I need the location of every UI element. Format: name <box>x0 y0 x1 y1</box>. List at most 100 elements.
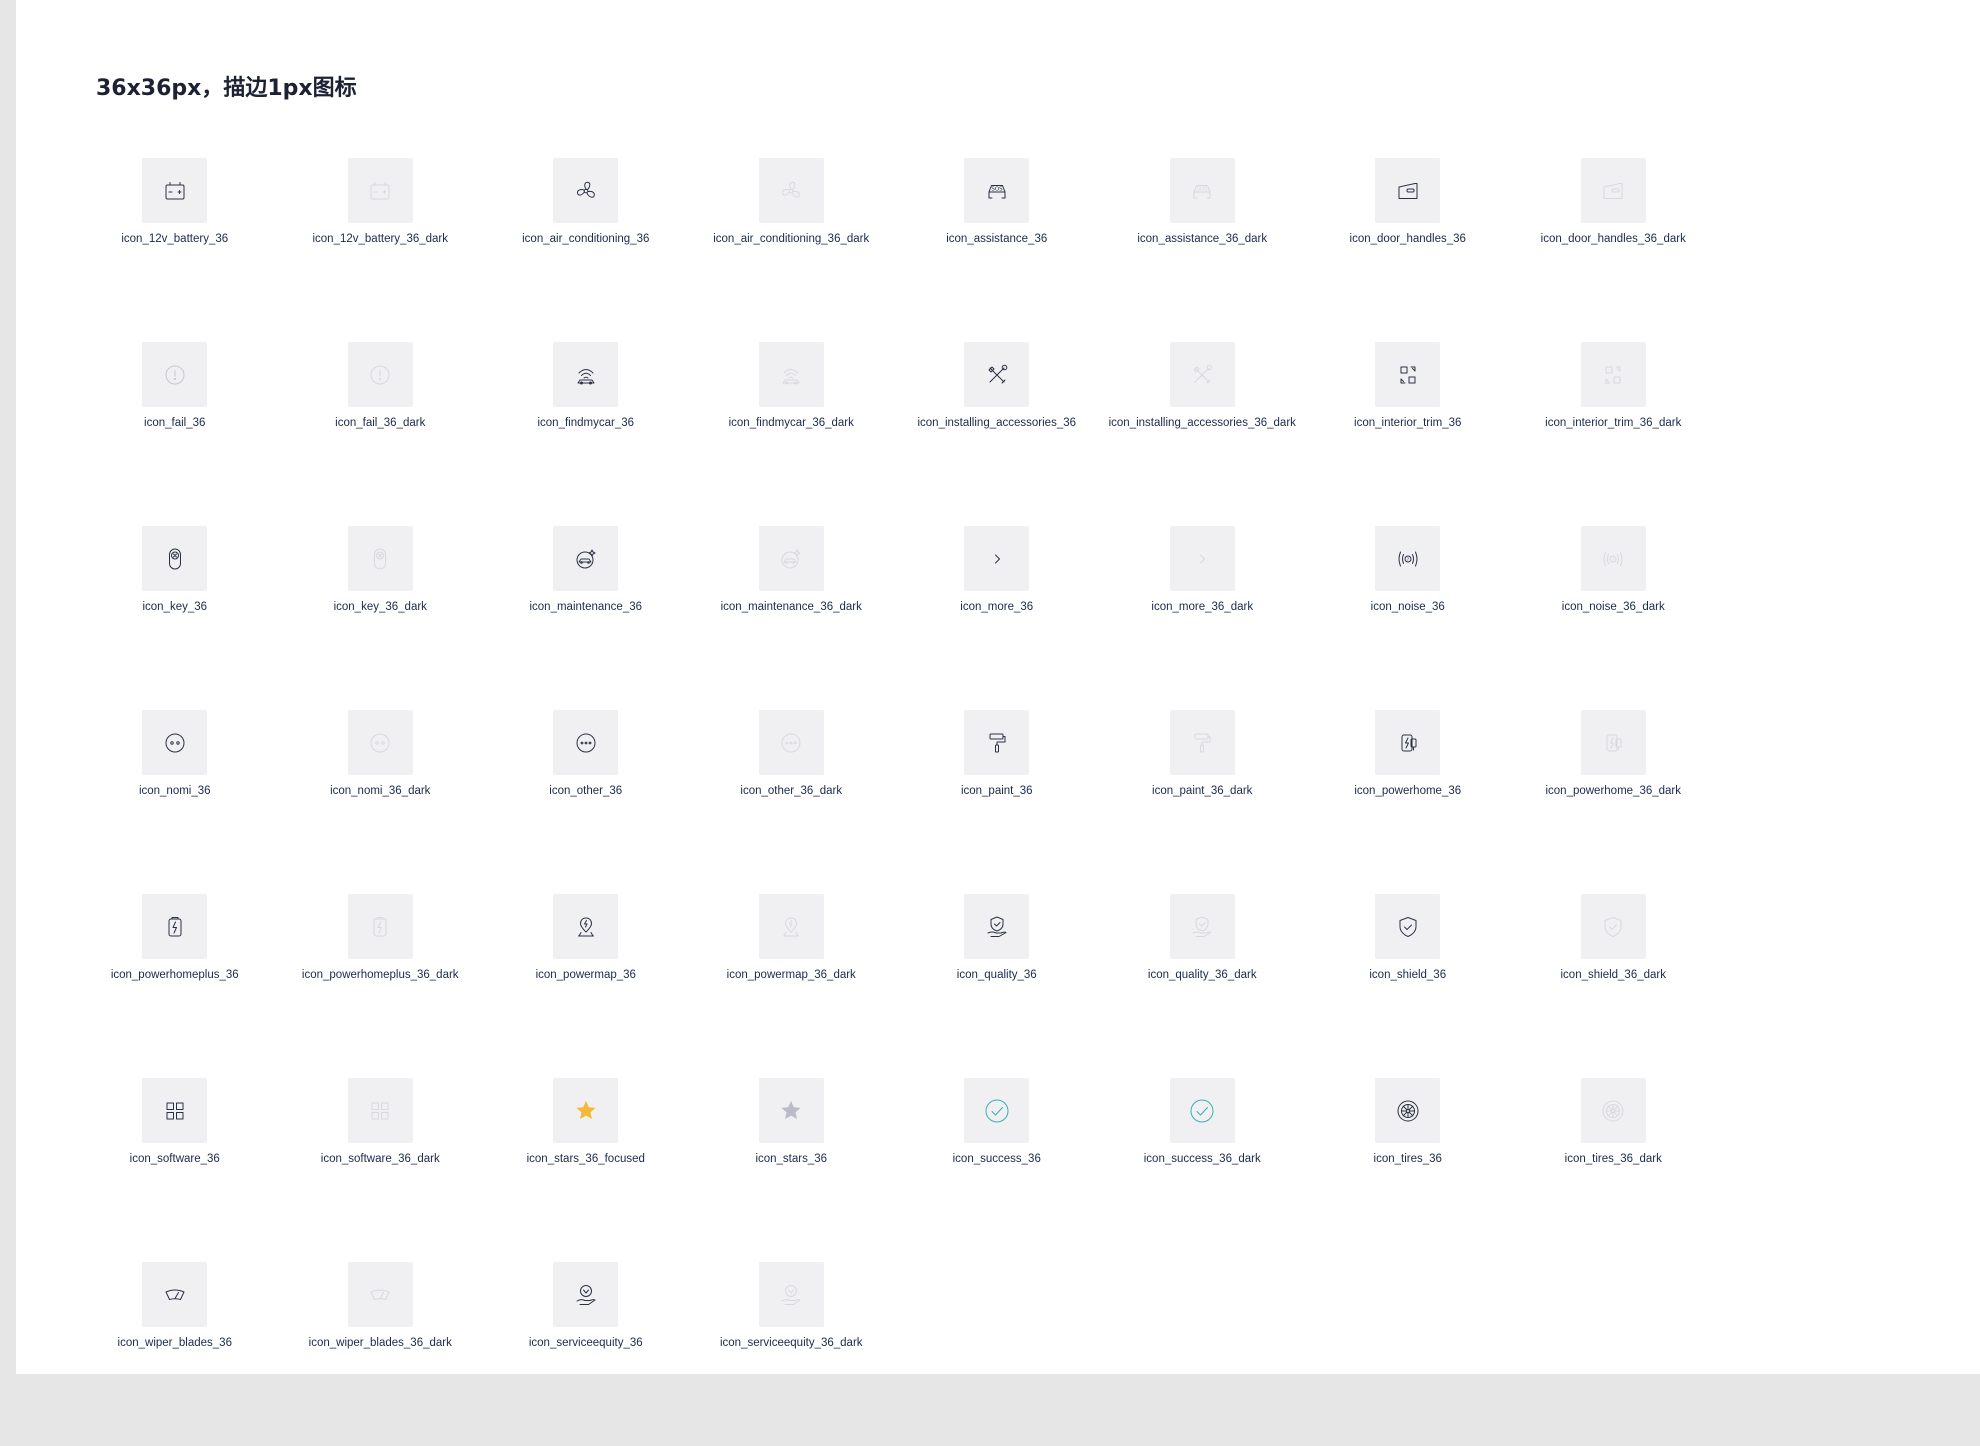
star-icon <box>781 1100 801 1119</box>
icon-tile[interactable]: ? <box>1580 526 1646 591</box>
tools-icon <box>1193 364 1213 383</box>
icon-tile[interactable] <box>142 1078 208 1143</box>
icon-label: icon_software_36_dark <box>320 1153 440 1165</box>
icon-tile[interactable] <box>964 894 1030 959</box>
icon-tile[interactable] <box>347 342 413 407</box>
icon-tile[interactable] <box>347 1078 413 1143</box>
icon-tile[interactable] <box>553 342 619 407</box>
icon-card: SOS icon_assistance_36_dark <box>1100 158 1306 342</box>
icon-tile[interactable] <box>142 526 208 591</box>
icon-tile[interactable] <box>964 526 1030 591</box>
icon-label: icon_air_conditioning_36_dark <box>713 233 870 245</box>
power-home-icon <box>1401 734 1417 751</box>
icon-tile[interactable] <box>347 1262 413 1327</box>
icon-tile[interactable] <box>758 1262 824 1327</box>
icon-tile[interactable] <box>758 342 824 407</box>
icon-card: icon_powerhome_36_dark <box>1511 710 1717 894</box>
icon-tile[interactable] <box>1375 1078 1441 1143</box>
icon-label: icon_other_36 <box>549 785 623 797</box>
icon-tile[interactable] <box>964 1078 1030 1143</box>
icon-tile[interactable] <box>553 1262 619 1327</box>
icon-card: icon_success_36_dark <box>1100 1078 1306 1262</box>
icon-tile[interactable] <box>964 342 1030 407</box>
service-equity-icon <box>576 1284 596 1305</box>
icon-card: icon_powerhome_36 <box>1305 710 1511 894</box>
icon-label: icon_findmycar_36 <box>537 417 635 429</box>
icon-card: icon_key_36_dark <box>278 526 484 710</box>
icon-tile[interactable] <box>142 710 208 775</box>
icon-label: icon_serviceequity_36_dark <box>719 1337 863 1349</box>
icon-tile[interactable] <box>553 526 619 591</box>
icon-tile[interactable] <box>347 894 413 959</box>
icon-label: icon_serviceequity_36 <box>528 1337 643 1349</box>
icon-tile[interactable] <box>142 342 208 407</box>
icon-card: icon_stars_36_focused <box>483 1078 689 1262</box>
find-car-icon <box>577 368 595 384</box>
service-equity-icon <box>781 1284 801 1305</box>
icon-tile[interactable] <box>142 158 208 223</box>
icon-card: icon_shield_36 <box>1305 894 1511 1078</box>
icon-card: icon_tires_36_dark <box>1511 1078 1717 1262</box>
icon-card: icon_shield_36_dark <box>1511 894 1717 1078</box>
icon-card: icon_findmycar_36_dark <box>689 342 895 526</box>
icon-tile[interactable] <box>553 894 619 959</box>
icon-tile[interactable] <box>1375 342 1441 407</box>
icon-tile[interactable] <box>1375 710 1441 775</box>
icon-tile[interactable] <box>1169 1078 1235 1143</box>
icon-tile[interactable] <box>347 710 413 775</box>
icon-tile[interactable] <box>1580 1078 1646 1143</box>
icon-tile[interactable] <box>758 1078 824 1143</box>
fail-icon <box>370 365 390 384</box>
icon-tile[interactable] <box>1580 710 1646 775</box>
icon-tile[interactable] <box>758 158 824 223</box>
icon-tile[interactable] <box>553 710 619 775</box>
icon-label: icon_other_36_dark <box>740 785 843 797</box>
svg-text:SOS: SOS <box>1197 186 1209 192</box>
icon-card: icon_paint_36_dark <box>1100 710 1306 894</box>
icon-tile[interactable] <box>553 158 619 223</box>
icon-tile[interactable] <box>1169 526 1235 591</box>
icon-tile[interactable] <box>142 1262 208 1327</box>
icon-card: icon_wiper_blades_36 <box>72 1262 278 1446</box>
icon-card: ? icon_noise_36 <box>1305 526 1511 710</box>
icon-tile[interactable] <box>1169 894 1235 959</box>
icon-label: icon_powerhome_36_dark <box>1545 785 1682 797</box>
icon-label: icon_assistance_36_dark <box>1137 233 1268 245</box>
wiper-icon <box>165 1289 185 1300</box>
icon-card: ? icon_noise_36_dark <box>1511 526 1717 710</box>
icon-tile[interactable] <box>1375 158 1441 223</box>
icon-tile[interactable] <box>1580 894 1646 959</box>
icon-tile[interactable]: SOS <box>1169 158 1235 223</box>
icon-card: icon_other_36_dark <box>689 710 895 894</box>
icon-tile[interactable] <box>1169 342 1235 407</box>
icon-label: icon_maintenance_36 <box>529 601 643 613</box>
icon-tile[interactable] <box>553 1078 619 1143</box>
icon-card: icon_installing_accessories_36 <box>894 342 1100 526</box>
icon-label: icon_maintenance_36_dark <box>720 601 862 613</box>
icon-card: SOS icon_assistance_36 <box>894 158 1100 342</box>
icon-tile[interactable] <box>758 526 824 591</box>
icon-tile[interactable] <box>142 894 208 959</box>
icon-tile[interactable] <box>347 526 413 591</box>
icon-label: icon_air_conditioning_36 <box>522 233 650 245</box>
chevron-right-icon <box>994 554 1000 563</box>
icon-tile[interactable] <box>347 158 413 223</box>
success-icon <box>985 1099 1009 1122</box>
icon-tile[interactable]: SOS <box>964 158 1030 223</box>
icon-tile[interactable]: ? <box>1375 526 1441 591</box>
icon-tile[interactable] <box>1169 710 1235 775</box>
icon-tile[interactable] <box>1375 894 1441 959</box>
icon-tile[interactable] <box>1580 158 1646 223</box>
icon-label: icon_success_36 <box>952 1153 1041 1165</box>
noise-icon: ? <box>1398 551 1418 566</box>
icon-tile[interactable] <box>758 894 824 959</box>
paint-roller-icon <box>1194 733 1211 752</box>
icon-card: icon_stars_36 <box>689 1078 895 1262</box>
icon-label: icon_stars_36 <box>755 1153 828 1165</box>
icon-tile[interactable] <box>964 710 1030 775</box>
icon-tile[interactable] <box>758 710 824 775</box>
icon-label: icon_powermap_36_dark <box>726 969 856 981</box>
find-car-icon <box>782 368 800 384</box>
icon-card: icon_fail_36 <box>72 342 278 526</box>
icon-tile[interactable] <box>1580 342 1646 407</box>
